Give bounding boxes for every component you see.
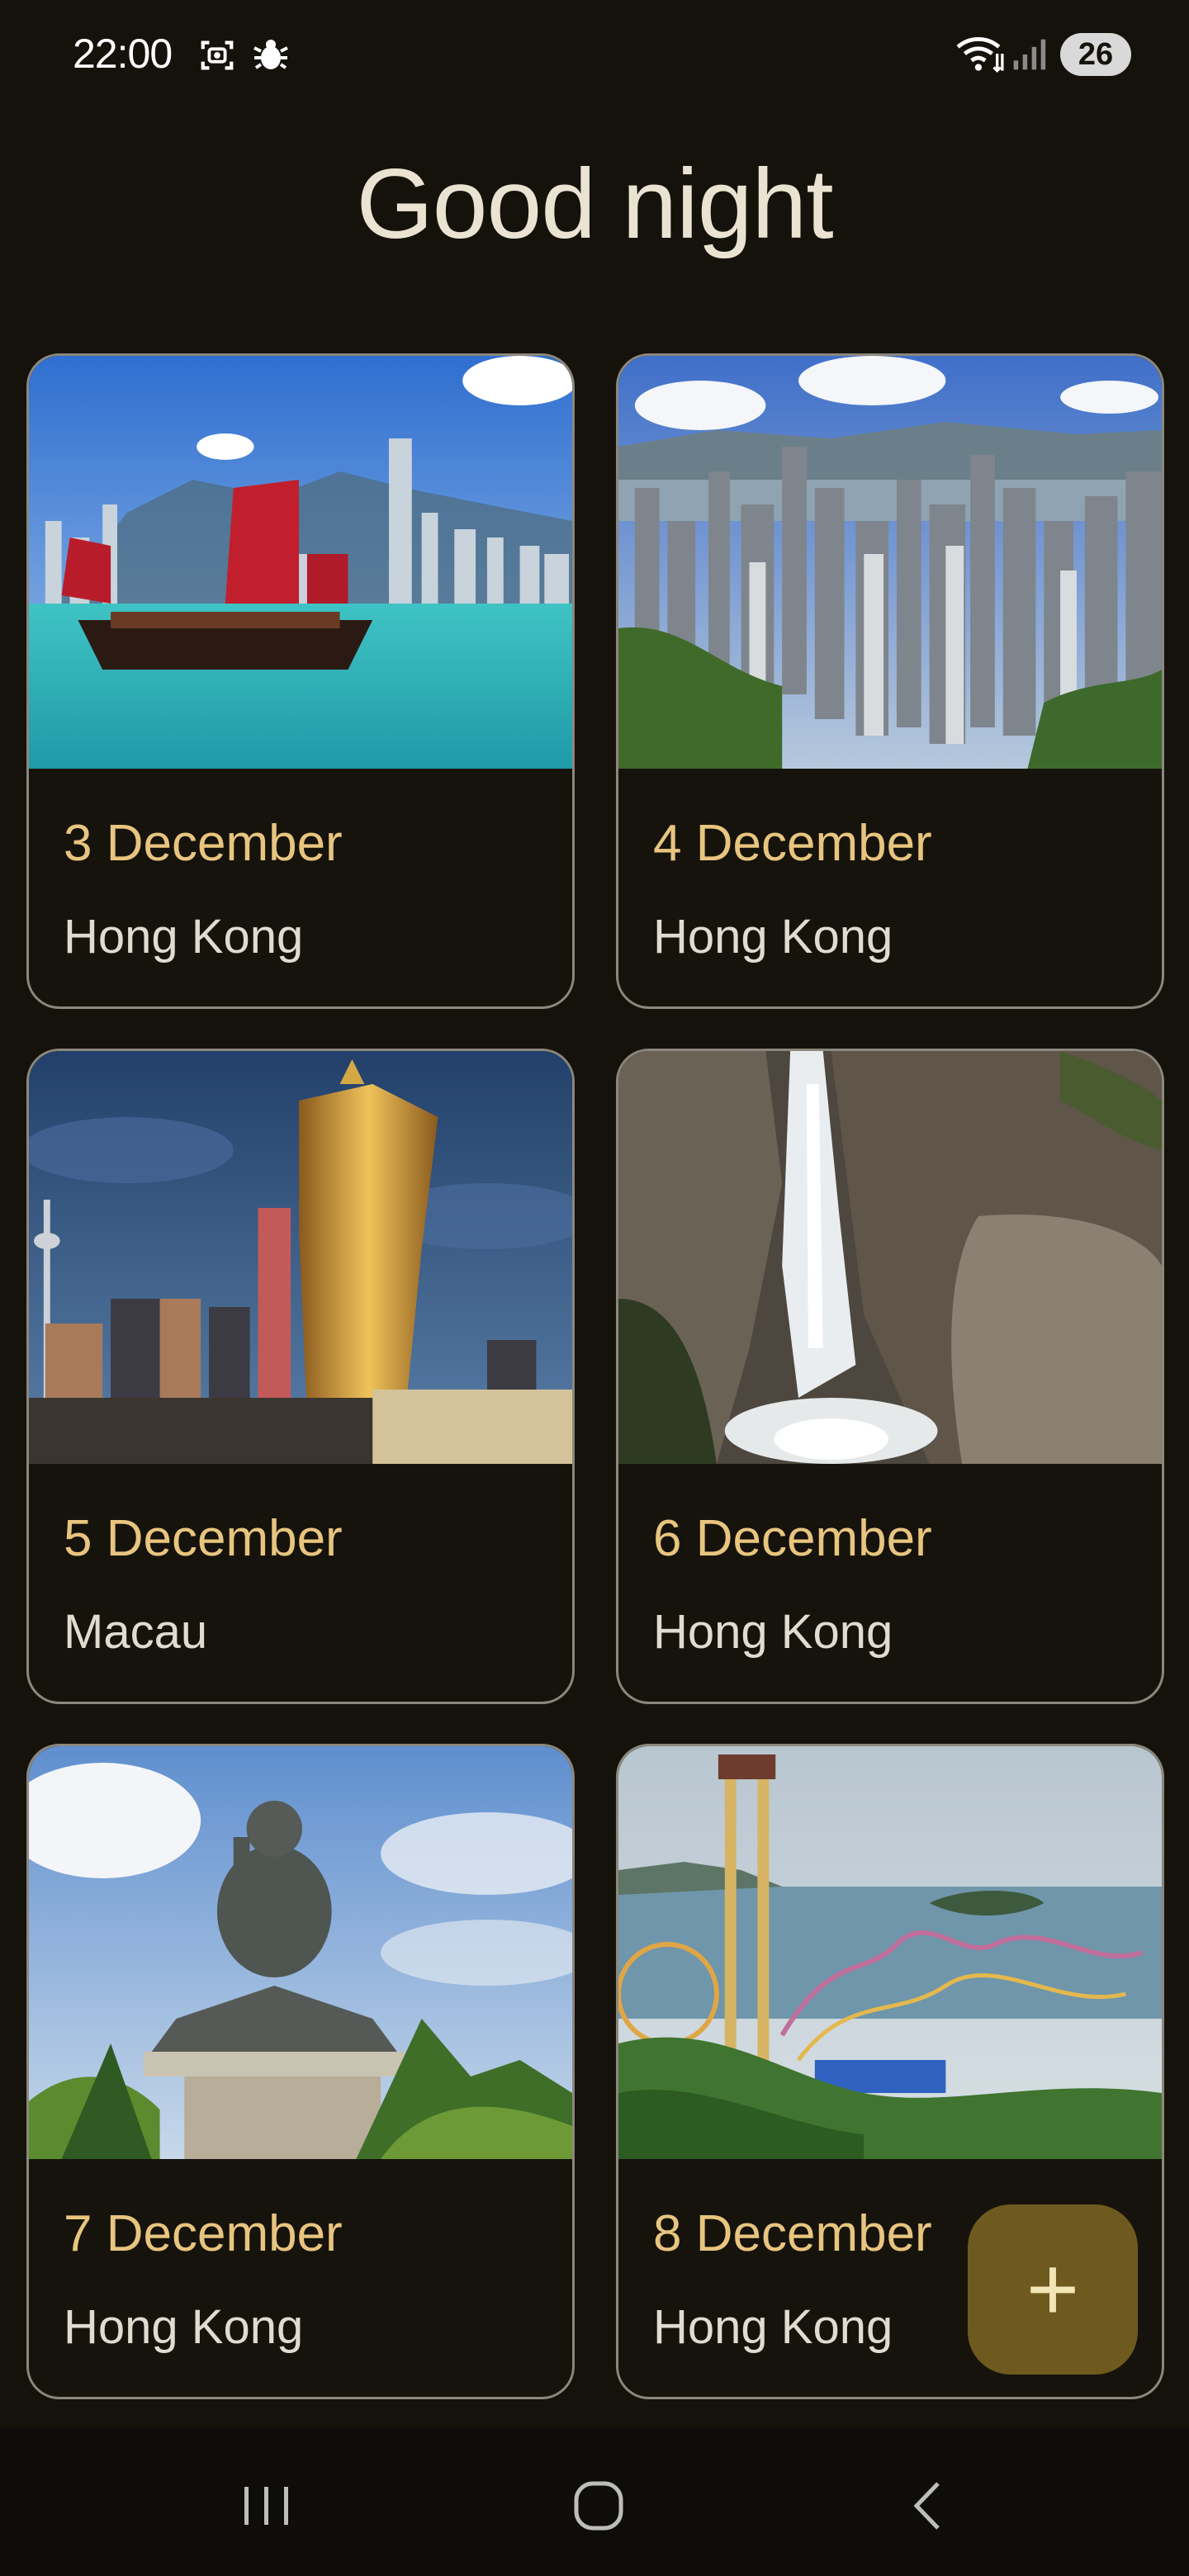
- day-card[interactable]: 7 December Hong Kong: [26, 1744, 575, 2399]
- card-date: 6 December: [653, 1510, 932, 1567]
- card-place: Hong Kong: [653, 2300, 893, 2354]
- card-place: Macau: [64, 1605, 208, 1659]
- card-date: 4 December: [653, 815, 932, 872]
- add-button[interactable]: +: [968, 2204, 1138, 2375]
- card-place: Hong Kong: [653, 1605, 893, 1659]
- day-card[interactable]: 4 December Hong Kong: [616, 353, 1164, 1009]
- recent-apps-icon: [230, 2487, 304, 2546]
- card-image-junk-boat: [29, 356, 572, 769]
- bug-icon: [251, 35, 291, 74]
- wifi-icon: [955, 33, 1006, 74]
- card-place: Hong Kong: [64, 910, 304, 964]
- card-image-waterfall: [618, 1051, 1162, 1464]
- card-date: 3 December: [64, 815, 343, 872]
- day-card[interactable]: 6 December Hong Kong: [616, 1049, 1164, 1704]
- system-nav-bar: [0, 2427, 1189, 2576]
- home-button[interactable]: [561, 2469, 636, 2543]
- day-card-grid: 3 December Hong Kong 4 December Hong Kon…: [26, 353, 1164, 2399]
- signal-icon: [1011, 36, 1047, 73]
- day-card[interactable]: 5 December Macau: [26, 1049, 575, 1704]
- battery-indicator: 26: [1060, 33, 1131, 76]
- home-icon: [561, 2481, 636, 2546]
- back-icon: [892, 2482, 966, 2546]
- card-image-macau-skyline: [29, 1051, 572, 1464]
- card-place: Hong Kong: [653, 910, 893, 964]
- status-bar: 22:00 26: [0, 0, 1189, 107]
- card-place: Hong Kong: [64, 2300, 304, 2354]
- day-card[interactable]: 3 December Hong Kong: [26, 353, 575, 1009]
- card-date: 5 December: [64, 1510, 343, 1567]
- back-button[interactable]: [892, 2469, 966, 2543]
- status-time: 22:00: [73, 31, 173, 77]
- recent-apps-button[interactable]: [230, 2469, 304, 2543]
- add-icon: +: [1026, 2238, 1080, 2340]
- page-title: Good night: [356, 149, 833, 259]
- card-image-city-skyline: [618, 356, 1162, 769]
- card-date: 8 December: [653, 2205, 932, 2262]
- screenshot-icon: [198, 36, 236, 74]
- card-date: 7 December: [64, 2205, 343, 2262]
- card-image-big-buddha: [29, 1746, 572, 2159]
- card-image-theme-park: [618, 1746, 1162, 2159]
